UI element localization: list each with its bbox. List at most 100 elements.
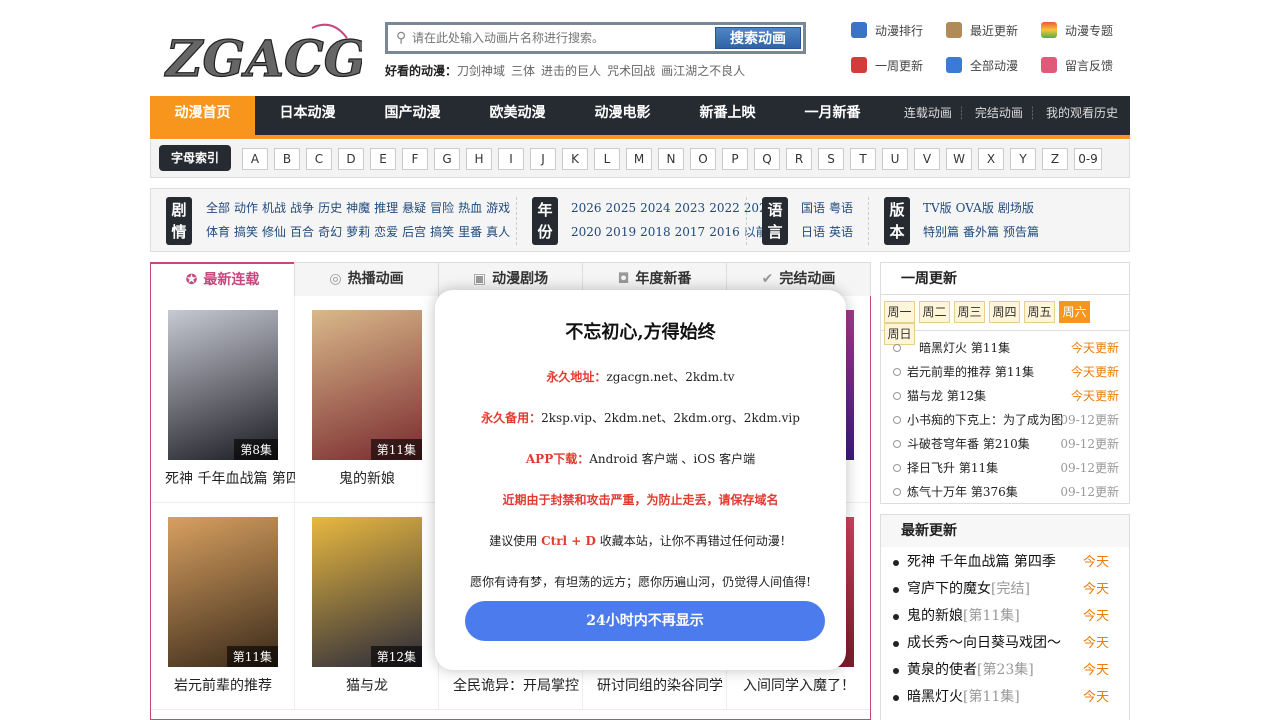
- filter-option[interactable]: 番外篇: [963, 225, 999, 239]
- weekday-tab[interactable]: 周一: [884, 301, 915, 323]
- filter-option[interactable]: 2024: [640, 201, 671, 215]
- hot-keyword[interactable]: 咒术回战: [607, 64, 655, 78]
- filter-option[interactable]: OVA版: [956, 201, 994, 215]
- filter-year-row[interactable]: 2026 2025 2024 2023 2022 2021: [571, 199, 774, 217]
- filter-option[interactable]: 搞笑: [430, 225, 454, 239]
- filter-option[interactable]: 战争: [290, 201, 314, 215]
- filter-option[interactable]: 2025: [606, 201, 637, 215]
- filter-option[interactable]: TV版: [923, 201, 952, 215]
- hot-keyword[interactable]: 三体: [511, 64, 535, 78]
- filter-option[interactable]: 英语: [829, 225, 853, 239]
- toplink-feedback[interactable]: 留言反馈: [1041, 57, 1113, 74]
- filter-option[interactable]: 真人: [486, 225, 510, 239]
- hot-keyword[interactable]: 画江湖之不良人: [661, 64, 745, 78]
- anime-card[interactable]: 第12集 猫与龙: [295, 503, 439, 710]
- filter-option[interactable]: 百合: [290, 225, 314, 239]
- weekday-tab[interactable]: 周五: [1024, 301, 1055, 323]
- filter-option[interactable]: 奇幻: [318, 225, 342, 239]
- nav-history[interactable]: 我的观看历史: [1046, 106, 1118, 120]
- site-logo[interactable]: ZGACGN: [162, 18, 415, 90]
- filter-lang-row[interactable]: 日语 英语: [801, 223, 853, 241]
- letter-g[interactable]: G: [434, 148, 460, 170]
- poster-image[interactable]: 第11集: [168, 517, 278, 667]
- app-download-link[interactable]: Android 客户端 、iOS 客户端: [589, 452, 755, 466]
- nav-january[interactable]: 一月新番: [780, 96, 885, 135]
- filter-version-row[interactable]: TV版 OVA版 剧场版: [923, 199, 1034, 217]
- letter-z[interactable]: Z: [1042, 148, 1068, 170]
- anime-title[interactable]: 猫与龙: [295, 675, 439, 695]
- latest-item[interactable]: 穹庐下的魔女[完结] 今天: [881, 576, 1129, 603]
- letter-d[interactable]: D: [338, 148, 364, 170]
- filter-option[interactable]: 2018: [640, 225, 671, 239]
- letter-q[interactable]: Q: [754, 148, 780, 170]
- anime-title[interactable]: 全民诡异：开局掌控: [439, 675, 583, 695]
- filter-option[interactable]: 预告篇: [1003, 225, 1039, 239]
- latest-item[interactable]: 鬼的新娘[第11集] 今天: [881, 603, 1129, 630]
- anime-title[interactable]: 死神 千年血战篇 第四季: [151, 468, 295, 488]
- letter-v[interactable]: V: [914, 148, 940, 170]
- filter-genre-row[interactable]: 全部 动作 机战 战争 历史 神魔 推理 悬疑 冒险 热血 游戏: [206, 199, 510, 217]
- nav-new[interactable]: 新番上映: [675, 96, 780, 135]
- letter-o[interactable]: O: [690, 148, 716, 170]
- filter-option[interactable]: 神魔: [346, 201, 370, 215]
- filter-option[interactable]: 悬疑: [402, 201, 426, 215]
- letter-k[interactable]: K: [562, 148, 588, 170]
- toplink-topics[interactable]: 动漫专题: [1041, 22, 1113, 39]
- filter-option[interactable]: 2019: [606, 225, 637, 239]
- letter-m[interactable]: M: [626, 148, 652, 170]
- nav-home[interactable]: 动漫首页: [150, 96, 255, 135]
- letter-n[interactable]: N: [658, 148, 684, 170]
- letter-f[interactable]: F: [402, 148, 428, 170]
- latest-item[interactable]: 成长秀～向日葵马戏团～ 今天: [881, 630, 1129, 657]
- letter-w[interactable]: W: [946, 148, 972, 170]
- filter-year-row[interactable]: 2020 2019 2018 2017 2016 以前: [571, 223, 768, 241]
- filter-option[interactable]: 推理: [374, 201, 398, 215]
- filter-option[interactable]: 冒险: [430, 201, 454, 215]
- filter-option[interactable]: 恋爱: [374, 225, 398, 239]
- letter-a[interactable]: A: [242, 148, 268, 170]
- latest-item[interactable]: 黄泉的使者[第23集] 今天: [881, 657, 1129, 684]
- filter-option[interactable]: 热血: [458, 201, 482, 215]
- filter-version-row[interactable]: 特别篇 番外篇 预告篇: [923, 223, 1039, 241]
- search-button[interactable]: 搜索动画: [715, 27, 801, 49]
- anime-title[interactable]: 研讨同组的染谷同学: [583, 675, 727, 695]
- filter-option[interactable]: 2016: [709, 225, 740, 239]
- filter-option[interactable]: 搞笑: [234, 225, 258, 239]
- weekly-item[interactable]: 暗黑灯火 第11集 今天更新: [881, 336, 1129, 360]
- letter-r[interactable]: R: [786, 148, 812, 170]
- letter-u[interactable]: U: [882, 148, 908, 170]
- letter-0-9[interactable]: 0-9: [1074, 148, 1102, 170]
- filter-option[interactable]: 2017: [675, 225, 706, 239]
- filter-option[interactable]: 历史: [318, 201, 342, 215]
- filter-option[interactable]: 动作: [234, 201, 258, 215]
- filter-option[interactable]: 里番: [458, 225, 482, 239]
- filter-option[interactable]: 日语: [801, 225, 825, 239]
- filter-lang-row[interactable]: 国语 粤语: [801, 199, 853, 217]
- weekly-item[interactable]: 炼气十万年 第376集 09-12更新: [881, 480, 1129, 504]
- letter-t[interactable]: T: [850, 148, 876, 170]
- search-input[interactable]: [412, 27, 712, 49]
- hot-keyword[interactable]: 刀剑神域: [457, 64, 505, 78]
- nav-japan[interactable]: 日本动漫: [255, 96, 360, 135]
- poster-image[interactable]: 第11集: [312, 310, 422, 460]
- tab-latest[interactable]: ✪ 最新连载: [150, 262, 295, 297]
- weekly-item[interactable]: 择日飞升 第11集 09-12更新: [881, 456, 1129, 480]
- nav-movie[interactable]: 动漫电影: [570, 96, 675, 135]
- nav-western[interactable]: 欧美动漫: [465, 96, 570, 135]
- nav-finished[interactable]: 完结动画: [975, 106, 1023, 120]
- letter-b[interactable]: B: [274, 148, 300, 170]
- letter-y[interactable]: Y: [1010, 148, 1036, 170]
- poster-image[interactable]: 第8集: [168, 310, 278, 460]
- filter-option[interactable]: 萝莉: [346, 225, 370, 239]
- hot-keyword[interactable]: 进击的巨人: [541, 64, 601, 78]
- weekday-tab[interactable]: 周二: [919, 301, 950, 323]
- anime-title[interactable]: 鬼的新娘: [295, 468, 439, 488]
- weekday-tab[interactable]: 周四: [989, 301, 1020, 323]
- filter-option[interactable]: 特别篇: [923, 225, 959, 239]
- letter-j[interactable]: J: [530, 148, 556, 170]
- filter-option[interactable]: 剧场版: [998, 201, 1034, 215]
- letter-x[interactable]: X: [978, 148, 1004, 170]
- filter-option[interactable]: 国语: [801, 201, 825, 215]
- weekday-tab[interactable]: 周三: [954, 301, 985, 323]
- weekday-tab[interactable]: 周六: [1059, 301, 1090, 323]
